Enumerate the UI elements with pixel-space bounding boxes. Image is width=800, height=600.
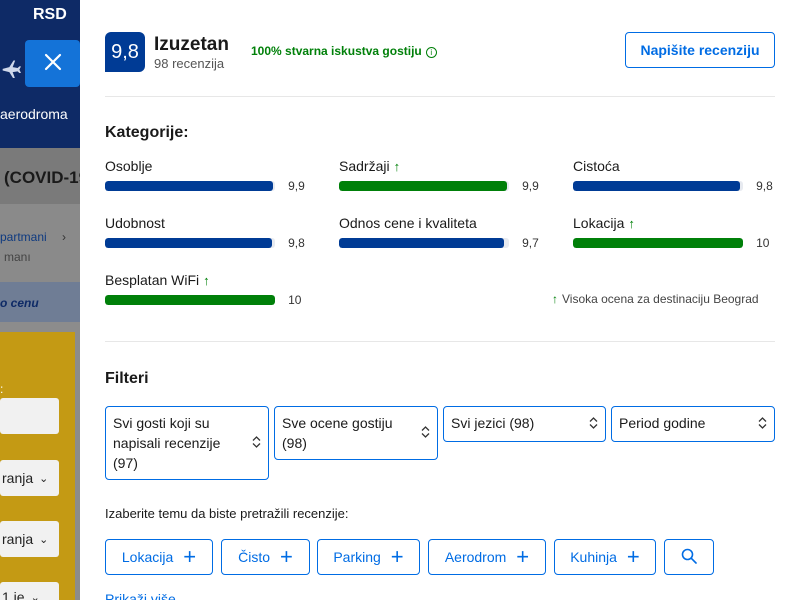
category-bar xyxy=(105,238,276,248)
chevron-down-icon: ⌄ xyxy=(39,533,49,546)
category-item: Lokacija ↑ 10 xyxy=(573,215,776,250)
topic-button-parking[interactable]: Parking + xyxy=(317,539,420,575)
apartments-link[interactable]: partmani xyxy=(0,230,47,244)
category-bar xyxy=(105,295,276,305)
plus-icon: + xyxy=(516,544,530,569)
search-field[interactable]: 1 je ⌄ xyxy=(0,582,59,600)
plus-icon: + xyxy=(280,544,293,569)
apartments-sub: manı xyxy=(4,250,31,264)
category-item: Udobnost 9,8 xyxy=(105,215,308,250)
topic-button-location[interactable]: Lokacija + xyxy=(105,539,213,575)
time-of-year-select[interactable]: Period godine xyxy=(611,406,775,442)
category-bar xyxy=(573,238,744,248)
divider xyxy=(105,341,775,342)
real-experiences-note: 100% stvarna iskustva gostiju i xyxy=(251,44,437,58)
guest-type-select[interactable]: Svi gosti koji su napisali recenzije (97… xyxy=(105,406,269,480)
topic-button-clean[interactable]: Čisto + xyxy=(221,539,310,575)
category-item: Odnos cene i kvaliteta 9,7 xyxy=(339,215,542,250)
category-score: 9,9 xyxy=(522,179,539,193)
review-count: 98 recenzija xyxy=(154,56,225,71)
category-score: 9,7 xyxy=(522,236,539,250)
price-text: o cenu xyxy=(0,296,39,310)
high-score-note: ↑ Visoka ocena za destinaciju Beograd xyxy=(552,292,759,306)
covid-heading: (COVID-19 xyxy=(4,168,80,187)
categories-title: Kategorije: xyxy=(105,124,189,141)
reviews-panel: 9,8 Izuzetan 98 recenzija 100% stvarna i… xyxy=(80,0,800,600)
plus-icon: + xyxy=(390,544,404,569)
search-field[interactable] xyxy=(0,398,59,434)
close-icon xyxy=(44,53,62,74)
category-bar xyxy=(339,238,510,248)
info-icon[interactable]: i xyxy=(425,47,437,58)
updown-arrows-icon xyxy=(589,417,598,431)
write-review-button[interactable]: Napišite recenziju xyxy=(625,32,775,68)
category-item: Sadržaji ↑ 9,9 xyxy=(339,158,542,193)
plus-icon: + xyxy=(626,544,640,569)
category-item: Osoblje 9,9 xyxy=(105,158,308,193)
background-page: RSD aerodroma (COVID-19 partmani › manı … xyxy=(0,0,80,600)
topic-search-button[interactable] xyxy=(664,539,714,575)
search-field[interactable]: ranja ⌄ xyxy=(0,460,59,496)
search-field[interactable]: ranja ⌄ xyxy=(0,521,59,557)
score-badge: 9,8 xyxy=(105,32,145,72)
plus-icon: + xyxy=(183,544,197,569)
category-score: 9,8 xyxy=(756,179,773,193)
score-word: Izuzetan xyxy=(154,34,229,55)
category-score: 9,8 xyxy=(288,236,305,250)
category-score: 9,9 xyxy=(288,179,305,193)
category-bar xyxy=(339,181,510,191)
updown-arrows-icon xyxy=(421,426,430,440)
topic-button-airport[interactable]: Aerodrom + xyxy=(428,539,546,575)
arrow-up-icon: ↑ xyxy=(628,216,635,231)
chevron-down-icon: ⌄ xyxy=(30,591,40,600)
language-select[interactable]: Svi jezici (98) xyxy=(443,406,606,442)
category-score: 10 xyxy=(288,293,302,307)
currency-label: RSD xyxy=(33,6,67,23)
guest-score-select[interactable]: Sve ocene gostiju (98) xyxy=(274,406,438,460)
category-score: 10 xyxy=(756,236,770,250)
arrow-up-icon: ↑ xyxy=(203,273,210,288)
search-icon xyxy=(681,548,697,567)
arrow-up-icon: ↑ xyxy=(393,159,401,174)
updown-arrows-icon xyxy=(252,436,261,450)
topic-hint: Izaberite temu da biste pretražili recen… xyxy=(105,506,349,521)
airport-text: aerodroma xyxy=(0,106,68,122)
show-more-link[interactable]: Prikaži više xyxy=(105,591,176,600)
category-item: Besplatan WiFi ↑ 10 xyxy=(105,272,308,307)
plane-icon xyxy=(0,58,22,84)
category-item: Cistoća 9,8 xyxy=(573,158,776,193)
divider xyxy=(105,96,775,97)
updown-arrows-icon xyxy=(758,417,767,431)
category-bar xyxy=(105,181,276,191)
arrow-up-icon: ↑ xyxy=(552,292,558,306)
filters-title: Filteri xyxy=(105,370,149,387)
chevron-down-icon: ⌄ xyxy=(39,472,49,485)
category-bar xyxy=(573,181,744,191)
close-button[interactable] xyxy=(25,40,80,87)
topic-button-kitchen[interactable]: Kuhinja + xyxy=(554,539,656,575)
